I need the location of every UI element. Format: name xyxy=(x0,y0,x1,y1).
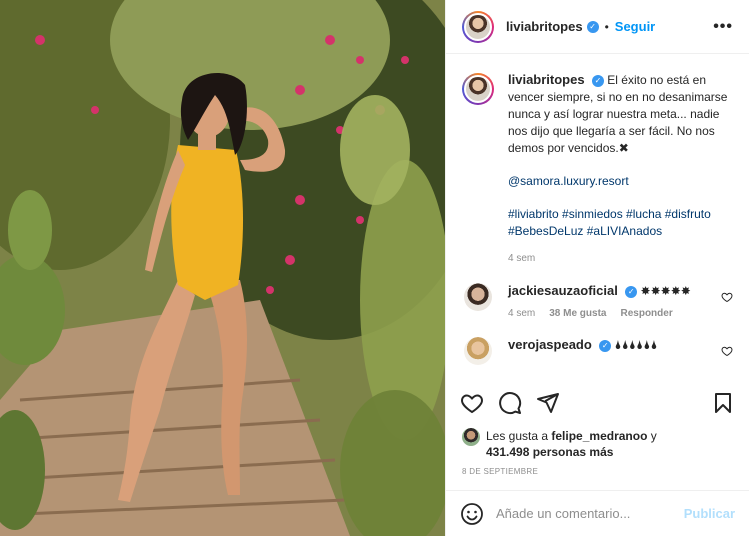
author-username[interactable]: liviabritopes xyxy=(506,19,583,34)
post-header: liviabritopes ✓ • Seguir ••• xyxy=(446,0,749,54)
comment-meta: 4 sem 38 Me gusta Responder xyxy=(508,308,718,319)
commenter-avatar[interactable] xyxy=(464,337,492,365)
caption-username[interactable]: liviabritopes xyxy=(508,72,585,87)
follow-button[interactable]: Seguir xyxy=(615,19,655,34)
comment-like-heart-icon[interactable] xyxy=(721,291,733,303)
comment-item: jackiesauzaoficial ✓ ✸✸✸✸✸ 4 sem 38 Me g… xyxy=(462,283,733,319)
likes-count[interactable]: 431.498 personas más xyxy=(486,445,613,459)
liker-avatar[interactable] xyxy=(462,428,480,446)
more-options-icon[interactable]: ••• xyxy=(713,18,733,36)
caption-hashtags-line2[interactable]: #BebesDeLuz #aLIVIAnados xyxy=(508,224,662,238)
publish-button[interactable]: Publicar xyxy=(684,506,735,521)
reply-button[interactable]: Responder xyxy=(620,308,672,319)
comment-input[interactable] xyxy=(496,506,684,521)
comment-item: verojaspeado ✓ 🌢🌢🌢🌢🌢🌢 xyxy=(462,337,733,365)
comment-time[interactable]: 4 sem xyxy=(508,308,535,319)
post-photo[interactable] xyxy=(0,0,445,536)
comment-text: ✸✸✸✸✸ xyxy=(640,284,691,298)
bookmark-icon[interactable] xyxy=(711,391,735,415)
comment-text: 🌢🌢🌢🌢🌢🌢 xyxy=(614,338,658,352)
comment-likes[interactable]: 38 Me gusta xyxy=(549,308,606,319)
commenter-username[interactable]: jackiesauzaoficial xyxy=(508,283,618,298)
likes-summary: Les gusta a felipe_medranoo y 431.498 pe… xyxy=(462,428,733,460)
post-caption: liviabritopes ✓ El éxito no está en venc… xyxy=(462,71,733,267)
caption-hashtags-line1[interactable]: #liviabrito #sinmiedos #lucha #disfruto xyxy=(508,207,711,221)
paper-plane-icon[interactable] xyxy=(536,391,560,415)
caption-mention[interactable]: @samora.luxury.resort xyxy=(508,174,629,188)
commenter-avatar[interactable] xyxy=(464,283,492,311)
comment-icon[interactable] xyxy=(498,391,522,415)
verified-badge-icon: ✓ xyxy=(591,74,604,87)
heart-icon[interactable] xyxy=(460,391,484,415)
author-avatar[interactable] xyxy=(462,10,494,43)
liker-username[interactable]: felipe_medranoo xyxy=(551,429,647,443)
instagram-post-modal: liviabritopes ✓ • Seguir ••• liviabritop… xyxy=(0,0,749,536)
commenter-username[interactable]: verojaspeado xyxy=(508,337,592,352)
verified-badge-icon: ✓ xyxy=(599,339,612,352)
comment-like-heart-icon[interactable] xyxy=(721,345,733,357)
verified-badge-icon: ✓ xyxy=(586,20,599,33)
header-separator: • xyxy=(604,19,609,34)
likes-prefix: Les gusta a xyxy=(486,429,549,443)
post-side-panel: liviabritopes ✓ • Seguir ••• liviabritop… xyxy=(445,0,749,536)
caption-avatar[interactable] xyxy=(462,73,494,105)
post-actions-bar xyxy=(446,386,749,420)
comments-section[interactable]: liviabritopes ✓ El éxito no está en venc… xyxy=(446,55,749,377)
add-comment-bar: Publicar xyxy=(446,490,749,536)
photo-illustration xyxy=(0,0,445,536)
verified-badge-icon: ✓ xyxy=(625,285,638,298)
post-date[interactable]: 8 DE SEPTIEMBRE xyxy=(462,467,538,476)
emoji-icon[interactable] xyxy=(460,502,484,526)
likes-connector: y xyxy=(650,429,657,443)
caption-time[interactable]: 4 sem xyxy=(508,250,733,267)
